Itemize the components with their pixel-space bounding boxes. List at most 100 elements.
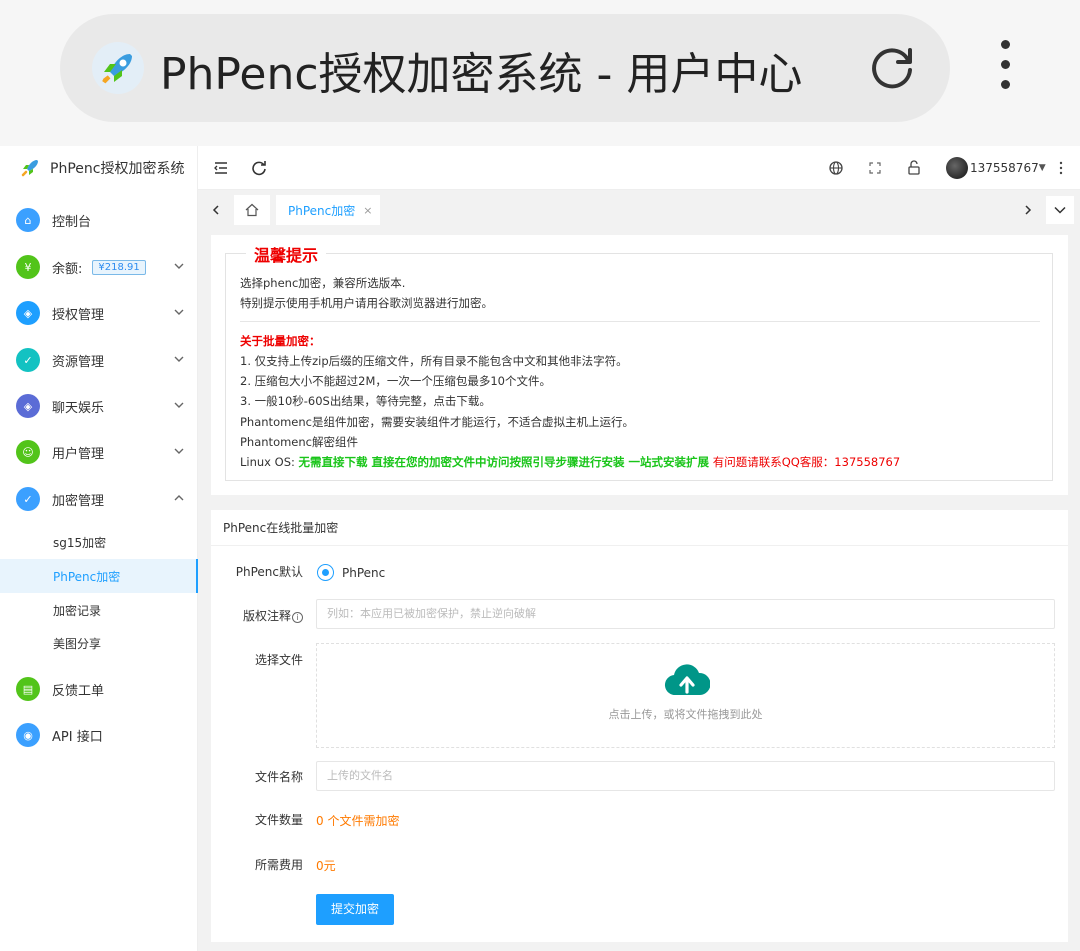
rocket-icon (92, 42, 144, 94)
chevron-down-icon (174, 356, 184, 362)
chevron-down-icon (174, 402, 184, 408)
phpenc-radio[interactable]: PhPenc (317, 564, 385, 581)
app-container: PhPenc授权加密系统 ⌂ 控制台 ¥ 余额: ¥218.91 ◈ 授权管理 … (0, 146, 1080, 951)
batch-title: 关于批量加密： (240, 334, 321, 348)
sidebar-subitem-sg15[interactable]: sg15加密 (0, 525, 198, 559)
shield-icon: ◈ (16, 301, 40, 325)
username: 137558767 (970, 161, 1039, 175)
notice-card: 温馨提示 选择phenc加密，兼容所选版本. 特别提示使用手机用户请用谷歌浏览器… (211, 235, 1068, 495)
sidebar-subitem-share[interactable]: 美图分享 (0, 626, 198, 660)
sidebar-item-feedback[interactable]: ▤ 反馈工单 (0, 669, 198, 709)
notice-line: 特别提示使用手机用户请用谷歌浏览器进行加密。 (240, 296, 493, 310)
chevron-up-icon (174, 495, 184, 501)
sidebar-item-api[interactable]: ◉ API 接口 (0, 715, 198, 755)
notice-title: 温馨提示 (246, 242, 327, 266)
sidebar-brand[interactable]: PhPenc授权加密系统 (0, 146, 198, 190)
home-icon: ⌂ (16, 208, 40, 232)
sidebar-item-encryption[interactable]: ✓ 加密管理 (0, 479, 198, 519)
lock-icon[interactable] (905, 159, 923, 177)
count-label: 文件数量 (254, 813, 303, 827)
user-menu[interactable]: 137558767 ▼ (946, 157, 1046, 179)
chevron-down-icon (174, 263, 184, 269)
sidebar-item-label: 用户管理 (52, 446, 105, 462)
chevron-down-icon (174, 448, 184, 454)
fee-label: 所需费用 (254, 858, 303, 872)
sidebar-item-label: 余额: (52, 261, 83, 277)
tab-home[interactable] (234, 195, 270, 225)
more-vertical-icon[interactable] (1052, 159, 1070, 177)
filename-input[interactable]: 上传的文件名 (316, 761, 1055, 791)
sidebar-item-chat[interactable]: ◈ 聊天娱乐 (0, 386, 198, 426)
sidebar-item-balance[interactable]: ¥ 余额: ¥218.91 (0, 247, 198, 287)
sidebar: PhPenc授权加密系统 ⌂ 控制台 ¥ 余额: ¥218.91 ◈ 授权管理 … (0, 146, 198, 951)
submit-encrypt-button[interactable]: 提交加密 (316, 894, 394, 925)
brand-name: PhPenc授权加密系统 (50, 161, 185, 177)
info-icon[interactable]: i (292, 612, 303, 623)
chevron-down-icon (174, 309, 184, 315)
sidebar-item-label: API 接口 (52, 729, 103, 745)
close-icon[interactable]: × (363, 204, 372, 217)
api-icon: ◉ (16, 723, 40, 747)
tabs-dropdown-button[interactable] (1046, 196, 1074, 224)
fee-value: 0元 (316, 859, 336, 873)
sidebar-subitem-phpenc[interactable]: PhPenc加密 (0, 559, 198, 593)
sidebar-item-label: 反馈工单 (52, 683, 105, 699)
sidebar-item-license[interactable]: ◈ 授权管理 (0, 293, 198, 333)
linux-install-text: 无需直接下载 直接在您的加密文件中访问按照引导步骤进行安装 一站式安装扩展 (298, 455, 710, 469)
globe-icon[interactable] (827, 159, 845, 177)
sidebar-item-dashboard[interactable]: ⌂ 控制台 (0, 200, 198, 240)
reload-icon[interactable] (864, 40, 920, 96)
collapse-menu-icon[interactable] (212, 159, 230, 177)
refresh-icon[interactable] (250, 159, 268, 177)
file-label: 选择文件 (254, 653, 303, 667)
form-header: PhPenc在线批量加密 (211, 510, 1068, 546)
balance-badge: ¥218.91 (92, 259, 146, 275)
page-title: PhPenc授权加密系统 - 用户中心 (160, 49, 803, 100)
ticket-icon: ▤ (16, 677, 40, 701)
notice-rule: 1. 仅支持上传zip后缀的压缩文件，所有目录不能包含中文和其他非法字符。 (240, 354, 628, 368)
shield-check-icon: ✓ (16, 348, 40, 372)
notice-rule: 2. 压缩包大小不能超过2M，一次一个压缩包最多10个文件。 (240, 374, 551, 388)
avatar (946, 157, 968, 179)
radio-label: PhPenc (342, 565, 386, 580)
chevron-left-icon (212, 205, 219, 215)
notice-fieldset: 温馨提示 选择phenc加密，兼容所选版本. 特别提示使用手机用户请用谷歌浏览器… (225, 242, 1053, 481)
notice-rule: Phantomenc解密组件 (240, 435, 358, 449)
notice-rule: Phantomenc是组件加密，需要安装组件才能运行，不适合虚拟主机上运行。 (240, 415, 634, 429)
file-upload-dropzone[interactable]: 点击上传，或将文件拖拽到此处 (316, 643, 1055, 748)
tab-label: PhPenc加密 (288, 203, 356, 218)
browser-toolbar: PhPenc授权加密系统 - 用户中心 (0, 0, 1080, 146)
divider (240, 321, 1040, 322)
upload-hint: 点击上传，或将文件拖拽到此处 (608, 708, 763, 721)
notice-rule: 3. 一般10秒-60S出结果，等待完整，点击下载。 (240, 394, 491, 408)
radio-checked-icon (317, 564, 334, 581)
encrypt-form-card: PhPenc在线批量加密 PhPenc默认 PhPenc 版权注释 i 列如：本应… (211, 510, 1068, 942)
address-bar[interactable]: PhPenc授权加密系统 - 用户中心 (60, 14, 950, 122)
more-vertical-icon[interactable] (990, 40, 1020, 100)
sidebar-item-users[interactable]: ☺ 用户管理 (0, 432, 198, 472)
tabs-prev-button[interactable] (206, 198, 226, 222)
rocket-icon (21, 160, 38, 177)
default-label: PhPenc默认 (235, 565, 303, 579)
chevron-right-icon (1025, 205, 1032, 215)
shield-check-icon: ✓ (16, 487, 40, 511)
tab-phpenc[interactable]: PhPenc加密 × (276, 195, 380, 225)
tabs-next-button[interactable] (1018, 198, 1038, 222)
sidebar-item-label: 资源管理 (52, 354, 105, 370)
cloud-upload-icon (665, 664, 710, 696)
notice-line: 选择phenc加密，兼容所选版本. (240, 276, 406, 290)
yen-icon: ¥ (16, 255, 40, 279)
top-header: 137558767 ▼ (198, 146, 1080, 190)
sidebar-subitem-records[interactable]: 加密记录 (0, 593, 198, 627)
sidebar-item-label: 控制台 (52, 214, 92, 230)
fullscreen-icon[interactable] (866, 159, 884, 177)
chevron-down-icon (1054, 206, 1066, 214)
linux-contact-text: 有问题请联系QQ客服：137558767 (709, 455, 901, 469)
home-icon (245, 203, 259, 217)
file-count-value: 0 个文件需加密 (316, 814, 400, 828)
linux-prefix: Linux OS: (240, 455, 299, 469)
copyright-label: 版权注释 i (211, 607, 303, 624)
copyright-input[interactable]: 列如：本应用已被加密保护，禁止逆向破解 (316, 599, 1055, 629)
copyright-label-text: 版权注释 (242, 609, 291, 623)
sidebar-item-resources[interactable]: ✓ 资源管理 (0, 340, 198, 380)
